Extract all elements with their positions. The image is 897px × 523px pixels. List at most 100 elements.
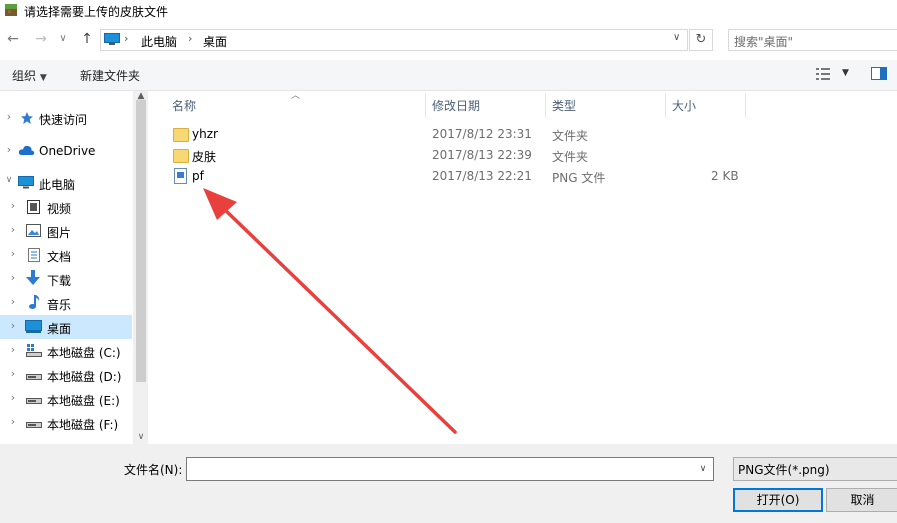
file-type-filter[interactable]: PNG文件(*.png) <box>733 457 897 481</box>
column-divider[interactable] <box>545 93 546 117</box>
sidebar-item-label: 本地磁盘 (E:) <box>47 394 120 408</box>
search-placeholder: 搜索"桌面" <box>734 35 794 49</box>
picture-icon <box>26 224 42 238</box>
desktop-icon <box>25 320 42 334</box>
expand-chevron-icon[interactable]: › <box>8 223 18 236</box>
sidebar-item-label: 快速访问 <box>39 113 88 127</box>
download-icon <box>26 270 42 285</box>
filename-label: 文件名(N): <box>124 463 183 477</box>
sidebar-item-label: 文档 <box>47 250 72 264</box>
file-name: 皮肤 <box>192 150 217 164</box>
view-dropdown-icon[interactable]: ▼ <box>842 68 849 78</box>
drive-icon <box>26 368 42 382</box>
column-divider[interactable] <box>665 93 666 117</box>
back-icon[interactable]: ← <box>2 29 24 49</box>
preview-pane-icon[interactable] <box>871 67 887 80</box>
breadcrumb-separator-icon: › <box>188 32 193 45</box>
sidebar-item-drive-c[interactable]: › 本地磁盘 (C:) <box>0 339 132 363</box>
expand-chevron-icon[interactable]: › <box>8 199 18 212</box>
filename-dropdown-icon[interactable]: ∨ <box>693 457 714 481</box>
breadcrumb-item-desktop[interactable]: 桌面 <box>203 33 227 50</box>
filename-input[interactable] <box>186 457 694 481</box>
search-input[interactable]: 搜索"桌面" <box>728 29 897 51</box>
column-divider[interactable] <box>425 93 426 117</box>
video-icon <box>27 200 43 214</box>
expand-chevron-icon[interactable]: › <box>8 391 18 404</box>
sidebar-item-drive-e[interactable]: › 本地磁盘 (E:) <box>0 387 132 411</box>
system-drive-icon <box>26 344 42 358</box>
drive-icon <box>26 416 42 430</box>
sidebar-item-pictures[interactable]: › 图片 <box>0 219 132 243</box>
new-folder-button[interactable]: 新建文件夹 <box>80 67 140 84</box>
computer-icon <box>18 176 34 190</box>
dropdown-arrow-icon: ▼ <box>39 73 47 83</box>
file-type: 文件夹 <box>552 129 589 143</box>
sidebar-item-label: 音乐 <box>47 298 72 312</box>
sidebar-item-documents[interactable]: › 文档 <box>0 243 132 267</box>
sidebar-item-label: 本地磁盘 (D:) <box>47 370 122 384</box>
image-file-icon <box>174 168 187 184</box>
expand-chevron-icon[interactable]: › <box>8 295 18 308</box>
sidebar-item-label: 桌面 <box>47 322 72 336</box>
file-row-skin[interactable]: 皮肤 2017/8/13 22:39 文件夹 <box>168 145 748 165</box>
cancel-button[interactable]: 取消 <box>826 488 897 512</box>
expand-chevron-icon[interactable]: › <box>4 110 14 123</box>
file-row-yhzr[interactable]: yhzr 2017/8/12 23:31 文件夹 <box>168 124 748 144</box>
file-type: PNG 文件 <box>552 171 606 185</box>
sidebar-item-label: 此电脑 <box>39 178 76 192</box>
sidebar-item-label: 图片 <box>47 226 72 240</box>
organize-button[interactable]: 组织 ▼ <box>12 67 47 84</box>
drive-icon <box>26 392 42 406</box>
expand-chevron-icon[interactable]: › <box>8 343 18 356</box>
address-bar[interactable]: › 此电脑 › 桌面 ∨ <box>100 29 688 51</box>
sidebar-item-downloads[interactable]: › 下载 <box>0 267 132 291</box>
breadcrumb-item-this-pc[interactable]: 此电脑 <box>141 33 177 50</box>
recent-locations-icon[interactable]: ∨ <box>56 29 70 49</box>
sidebar-item-music[interactable]: › 音乐 <box>0 291 132 315</box>
sidebar-item-label: 视频 <box>47 202 72 216</box>
annotation-arrow <box>203 188 457 434</box>
scroll-down-icon[interactable]: ∨ <box>135 432 147 444</box>
nav-scroll-thumb[interactable] <box>136 100 146 382</box>
cloud-icon <box>18 144 35 158</box>
expand-chevron-icon[interactable]: › <box>8 271 18 284</box>
file-name: yhzr <box>192 127 218 141</box>
sort-ascending-icon: ︿ <box>291 91 301 101</box>
address-dropdown-icon[interactable]: ∨ <box>673 32 680 43</box>
app-icon <box>4 3 18 17</box>
music-icon <box>28 294 44 309</box>
refresh-icon[interactable]: ↻ <box>689 29 713 51</box>
expand-chevron-icon[interactable]: › <box>8 367 18 380</box>
expand-chevron-icon[interactable]: › <box>8 247 18 260</box>
file-type: 文件夹 <box>552 150 589 164</box>
forward-icon[interactable]: → <box>30 29 52 49</box>
sidebar-item-drive-f[interactable]: › 本地磁盘 (F:) <box>0 411 132 435</box>
column-header-size[interactable]: 大小 <box>672 97 696 114</box>
breadcrumb-separator-icon: › <box>124 32 129 45</box>
column-header-name[interactable]: 名称 <box>172 97 196 114</box>
computer-icon <box>104 33 120 45</box>
window-title: 请选择需要上传的皮肤文件 <box>24 5 169 19</box>
column-header-date[interactable]: 修改日期 <box>432 97 480 114</box>
open-button[interactable]: 打开(O) <box>733 488 823 512</box>
folder-icon <box>173 128 189 142</box>
expand-chevron-icon[interactable]: › <box>4 143 14 156</box>
filter-value: PNG文件(*.png) <box>738 463 830 477</box>
sidebar-item-quick-access[interactable]: › 快速访问 <box>0 106 132 130</box>
sidebar-item-onedrive[interactable]: › OneDrive <box>0 139 132 163</box>
sidebar-item-this-pc[interactable]: ∨ 此电脑 <box>0 171 132 195</box>
sidebar-item-desktop[interactable]: › 桌面 <box>0 315 132 339</box>
expand-chevron-icon[interactable]: › <box>8 415 18 428</box>
sidebar-item-label: 本地磁盘 (F:) <box>47 418 119 432</box>
up-icon[interactable]: ↑ <box>76 29 98 49</box>
expand-chevron-icon[interactable]: › <box>8 319 18 332</box>
column-divider[interactable] <box>745 93 746 117</box>
sidebar-item-videos[interactable]: › 视频 <box>0 195 132 219</box>
column-header-type[interactable]: 类型 <box>552 97 576 114</box>
collapse-chevron-icon[interactable]: ∨ <box>4 175 14 185</box>
sidebar-item-label: 下载 <box>47 274 72 288</box>
file-date: 2017/8/12 23:31 <box>432 127 532 141</box>
sidebar-item-drive-d[interactable]: › 本地磁盘 (D:) <box>0 363 132 387</box>
view-options-icon[interactable] <box>816 68 832 80</box>
sidebar-item-label: OneDrive <box>39 144 96 158</box>
